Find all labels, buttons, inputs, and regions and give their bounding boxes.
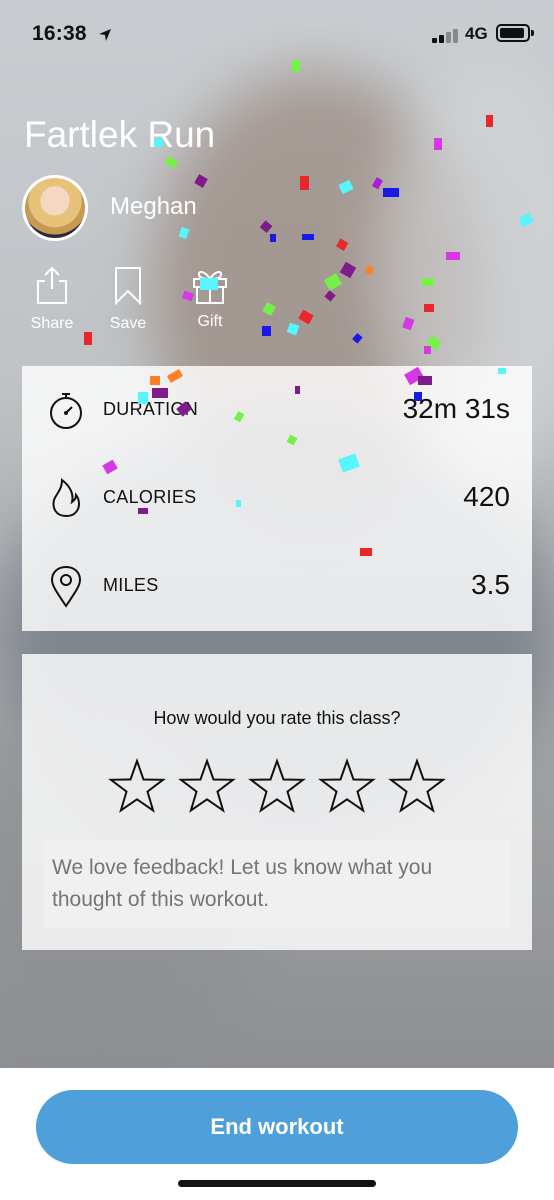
- instructor-avatar[interactable]: [22, 175, 88, 241]
- flame-icon: [52, 477, 80, 518]
- instructor-name[interactable]: Meghan: [110, 193, 197, 221]
- battery-icon: [496, 24, 534, 42]
- stat-value: 3.5: [471, 569, 510, 600]
- share-button[interactable]: Share: [22, 265, 82, 333]
- stat-label: MILES: [103, 575, 159, 595]
- star-3-icon[interactable]: [248, 758, 306, 816]
- gift-button[interactable]: Gift: [180, 265, 240, 331]
- stat-label: CALORIES: [103, 487, 197, 507]
- share-icon: [37, 266, 67, 304]
- gift-icon: [193, 271, 227, 304]
- workout-stats-card: DURATION 32m 31s CALORIES 420 MILES 3.5: [22, 366, 532, 631]
- star-1-icon[interactable]: [108, 758, 166, 816]
- rating-question: How would you rate this class?: [153, 708, 401, 728]
- star-2-icon[interactable]: [178, 758, 236, 816]
- bottom-bar: End workout: [0, 1068, 554, 1200]
- stat-row-miles: MILES 3.5: [22, 542, 532, 630]
- status-bar: 16:38 4G: [0, 0, 554, 70]
- save-label: Save: [109, 315, 147, 332]
- gift-label: Gift: [197, 313, 223, 330]
- workout-title: Fartlek Run: [24, 114, 216, 155]
- star-5-icon[interactable]: [388, 758, 446, 816]
- stopwatch-icon: [50, 393, 82, 429]
- share-label: Share: [30, 315, 74, 332]
- save-button[interactable]: Save: [98, 265, 158, 333]
- bookmark-icon: [115, 267, 141, 305]
- network-type: 4G: [465, 24, 488, 43]
- star-rating[interactable]: [108, 758, 448, 816]
- end-workout-button[interactable]: End workout: [36, 1090, 518, 1164]
- stat-row-calories: CALORIES 420: [22, 454, 532, 542]
- stat-value: 420: [463, 481, 510, 512]
- feedback-input[interactable]: [44, 840, 510, 928]
- home-indicator[interactable]: [178, 1180, 376, 1187]
- stat-label: DURATION: [103, 399, 199, 419]
- stat-value: 32m 31s: [402, 393, 510, 424]
- rating-card: How would you rate this class?: [22, 654, 532, 950]
- status-time: 16:38: [32, 22, 87, 45]
- stat-row-duration: DURATION 32m 31s: [22, 366, 532, 454]
- action-bar: Share Save Gift: [22, 265, 282, 345]
- location-pin-icon: [50, 565, 82, 608]
- location-arrow-icon: [99, 29, 111, 41]
- star-4-icon[interactable]: [318, 758, 376, 816]
- signal-icon: [432, 27, 460, 43]
